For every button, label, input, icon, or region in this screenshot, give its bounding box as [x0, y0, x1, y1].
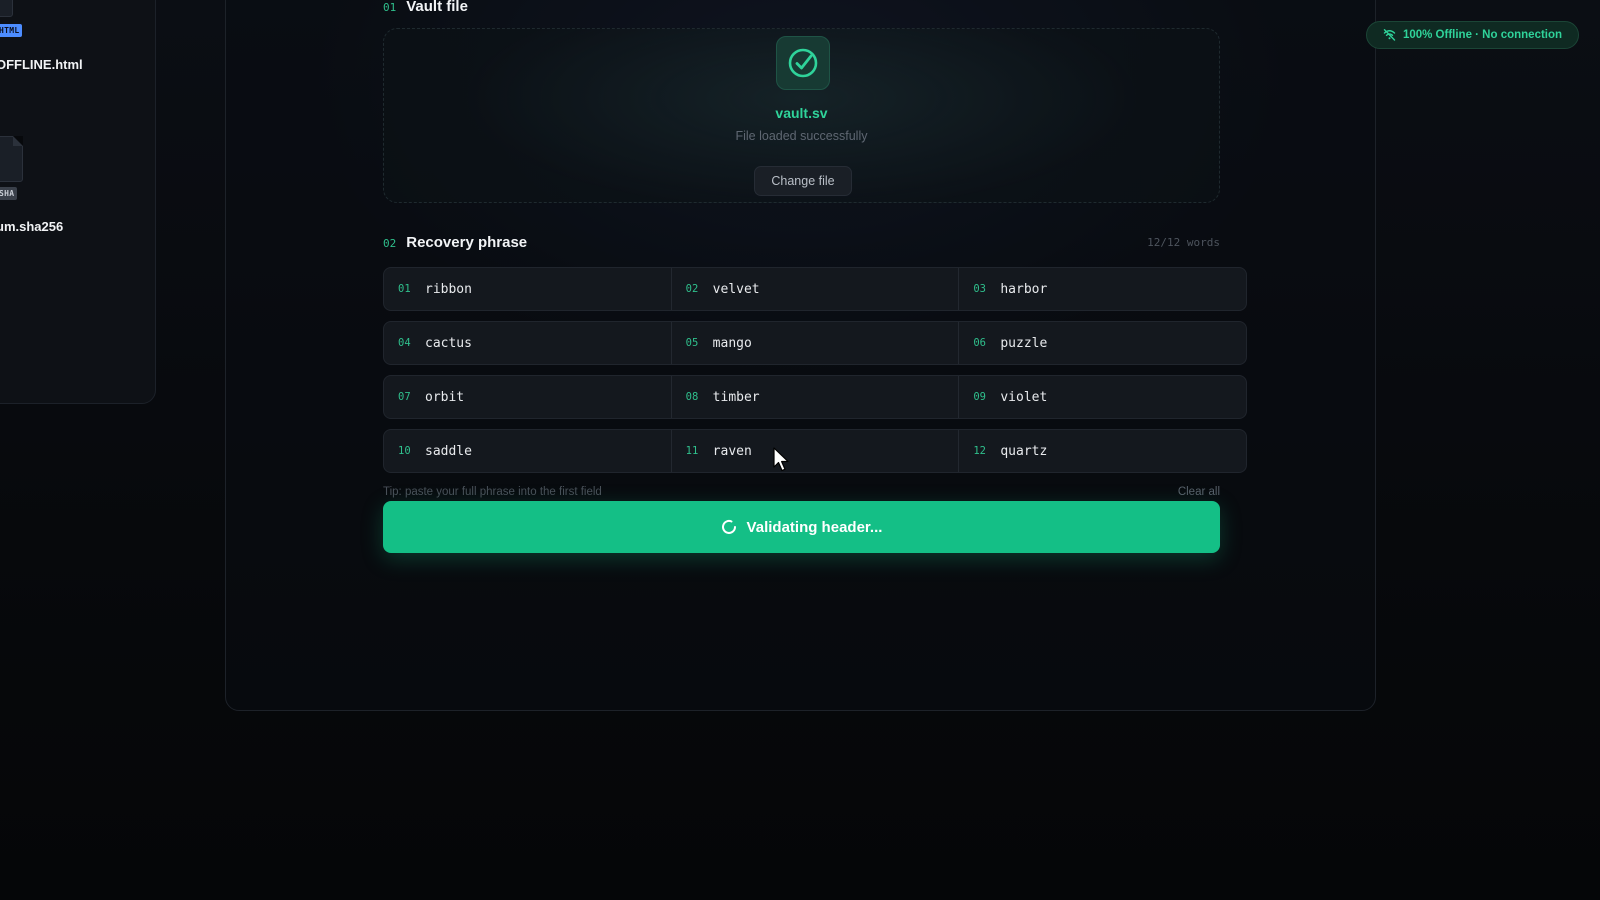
phrase-row: 01 ribbon 02 velvet 03 harbor: [383, 267, 1247, 311]
phrase-row: 10 saddle 11 raven 12 quartz: [383, 429, 1247, 473]
word-index: 09: [973, 391, 986, 403]
word-value: quartz: [1000, 443, 1048, 459]
clear-all-button[interactable]: Clear all: [1120, 486, 1220, 498]
word-index: 07: [398, 391, 411, 403]
phrase-word-field[interactable]: 01 ribbon: [384, 268, 672, 310]
word-count: 12/12 words: [1147, 236, 1220, 249]
html-file-icon[interactable]: [0, 0, 13, 17]
recovery-phrase-grid: 01 ribbon 02 velvet 03 harbor 04 cactus …: [383, 267, 1247, 483]
phrase-word-field[interactable]: 02 velvet: [672, 268, 960, 310]
phrase-word-field[interactable]: 05 mango: [672, 322, 960, 364]
word-index: 05: [685, 337, 699, 349]
word-index: 06: [973, 337, 986, 349]
word-value: ribbon: [425, 281, 472, 297]
word-value: timber: [712, 389, 760, 405]
paste-tip: Tip: paste your full phrase into the fir…: [383, 486, 602, 498]
sha-file-tag: SHA: [0, 187, 18, 200]
word-index: 01: [398, 283, 411, 295]
recovery-section-title: Recovery phrase: [406, 234, 528, 251]
word-value: puzzle: [1000, 335, 1048, 351]
recovery-section-header: 02 Recovery phrase: [383, 234, 527, 251]
spinner-icon: [721, 519, 736, 534]
change-file-button[interactable]: Change file: [754, 166, 852, 196]
vault-dropzone[interactable]: vault.sv File loaded successfully Change…: [383, 28, 1220, 203]
app-stage: HTML OFFLINE.html SHA um.sha256 01 Vault…: [0, 0, 1600, 900]
vault-step-number: 01: [383, 1, 397, 14]
word-value: harbor: [1000, 281, 1048, 297]
no-wifi-icon: [1383, 29, 1396, 41]
html-file-name[interactable]: OFFLINE.html: [0, 57, 83, 72]
sha-file-name[interactable]: um.sha256: [0, 219, 63, 234]
phrase-word-field[interactable]: 03 harbor: [959, 268, 1246, 310]
word-value: violet: [1000, 389, 1048, 405]
mouse-cursor-icon: [773, 447, 789, 472]
validate-button-label: Validating header...: [746, 518, 883, 536]
word-index: 11: [685, 445, 699, 457]
word-value: cactus: [425, 335, 472, 351]
html-file-tag: HTML: [0, 24, 23, 37]
offline-status-label: 100% Offline · No connection: [1402, 29, 1563, 41]
phrase-row: 04 cactus 05 mango 06 puzzle: [383, 321, 1247, 365]
phrase-word-field[interactable]: 04 cactus: [384, 322, 672, 364]
word-value: orbit: [425, 389, 465, 405]
word-index: 04: [398, 337, 411, 349]
phrase-word-field[interactable]: 09 violet: [959, 376, 1246, 418]
phrase-word-field[interactable]: 06 puzzle: [959, 322, 1246, 364]
word-index: 12: [973, 445, 986, 457]
vault-section-title: Vault file: [406, 0, 468, 15]
check-circle-icon: [776, 36, 830, 90]
phrase-word-field[interactable]: 07 orbit: [384, 376, 672, 418]
phrase-row: 07 orbit 08 timber 09 violet: [383, 375, 1247, 419]
vault-section-header: 01 Vault file: [383, 0, 468, 15]
vault-file-status: File loaded successfully: [735, 129, 868, 143]
word-value: mango: [712, 335, 752, 351]
word-index: 08: [685, 391, 699, 403]
sha-file-icon[interactable]: [0, 136, 23, 182]
desktop-file-panel: HTML OFFLINE.html SHA um.sha256: [0, 0, 156, 404]
word-index: 02: [685, 283, 699, 295]
phrase-word-field[interactable]: 12 quartz: [959, 430, 1246, 472]
word-value: saddle: [425, 443, 472, 459]
phrase-word-field[interactable]: 08 timber: [672, 376, 960, 418]
word-index: 10: [398, 445, 411, 457]
offline-status-badge: 100% Offline · No connection: [1366, 21, 1579, 49]
phrase-word-field[interactable]: 11 raven: [672, 430, 960, 472]
validate-button[interactable]: Validating header...: [383, 501, 1220, 553]
word-value: velvet: [712, 281, 760, 297]
recovery-step-number: 02: [383, 237, 397, 250]
vault-file-name: vault.sv: [775, 105, 828, 121]
phrase-word-field[interactable]: 10 saddle: [384, 430, 672, 472]
word-index: 03: [973, 283, 986, 295]
word-value: raven: [712, 443, 752, 459]
